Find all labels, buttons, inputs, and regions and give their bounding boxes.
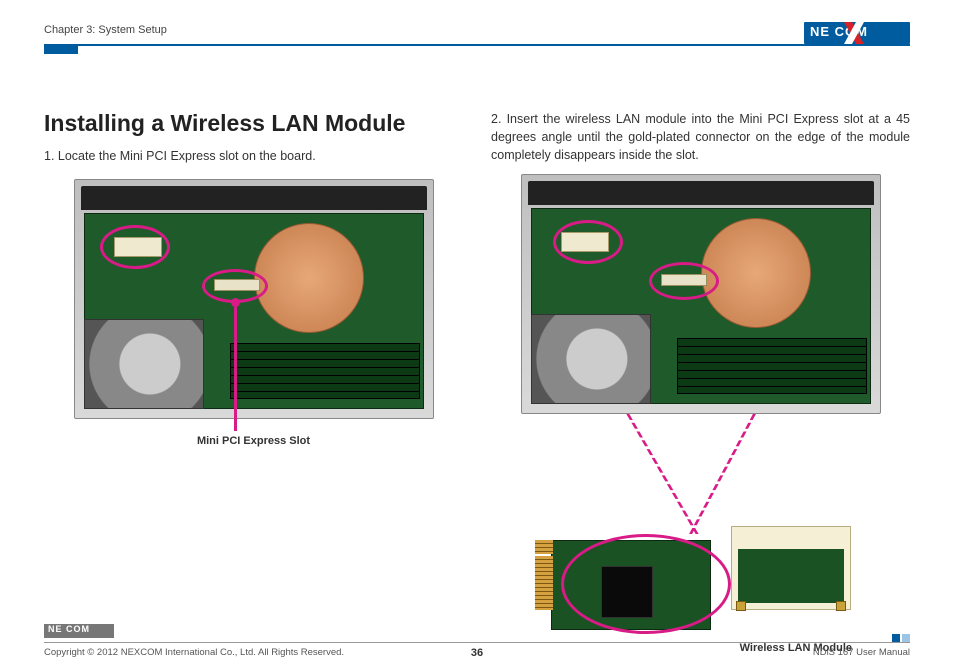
chapter-label: Chapter 3: System Setup (44, 22, 167, 36)
dashed-line-icon (626, 414, 698, 534)
callout-dashed-lines (521, 414, 881, 534)
antenna-pad (736, 601, 746, 611)
gold-edge-connector (535, 556, 553, 610)
section-title: Installing a Wireless LAN Module (44, 110, 463, 137)
heatsink-copper (254, 223, 364, 333)
hard-drive (84, 319, 204, 409)
module-face (738, 549, 844, 603)
antenna-pad (836, 601, 846, 611)
dashed-line-icon (689, 414, 756, 534)
footer-logo-text: NE COM (48, 624, 90, 634)
left-column: Installing a Wireless LAN Module 1. Loca… (44, 110, 463, 654)
footer-logo: NE COM (44, 624, 114, 638)
logo-x-icon (844, 22, 864, 44)
nexcom-logo: NE COM (804, 22, 910, 44)
page-header: Chapter 3: System Setup NE COM (44, 22, 910, 56)
ram-modules (677, 338, 867, 394)
callout-circle-icon (649, 262, 719, 300)
hard-drive (531, 314, 651, 404)
header-rule (44, 44, 910, 46)
step-2-text: 2. Insert the wireless LAN module into t… (491, 110, 910, 164)
gold-edge-connector (535, 540, 553, 554)
caption-left: Mini PCI Express Slot (44, 435, 463, 447)
callout-circle-icon (561, 534, 731, 634)
wlan-module-small (731, 526, 851, 610)
right-column: 2. Insert the wireless LAN module into t… (491, 110, 910, 654)
callout-leader-line (234, 301, 237, 431)
footer-rule (44, 642, 910, 643)
wlan-module-photo (551, 526, 851, 636)
manual-page: Chapter 3: System Setup NE COM Installin… (0, 0, 954, 672)
body-columns: Installing a Wireless LAN Module 1. Loca… (44, 110, 910, 654)
step-1-text: 1. Locate the Mini PCI Express slot on t… (44, 147, 463, 165)
callout-circle-icon (553, 220, 623, 264)
board-photo-right (521, 174, 881, 414)
header-tab (44, 46, 78, 54)
footer-row: Copyright © 2012 NEXCOM International Co… (44, 647, 910, 658)
heatsink-copper (701, 218, 811, 328)
board-photo-left (74, 179, 434, 419)
callout-circle-icon (100, 225, 170, 269)
page-number: 36 (44, 647, 910, 659)
ram-modules (230, 343, 420, 399)
page-footer: NE COM Copyright © 2012 NEXCOM Internati… (44, 624, 910, 658)
